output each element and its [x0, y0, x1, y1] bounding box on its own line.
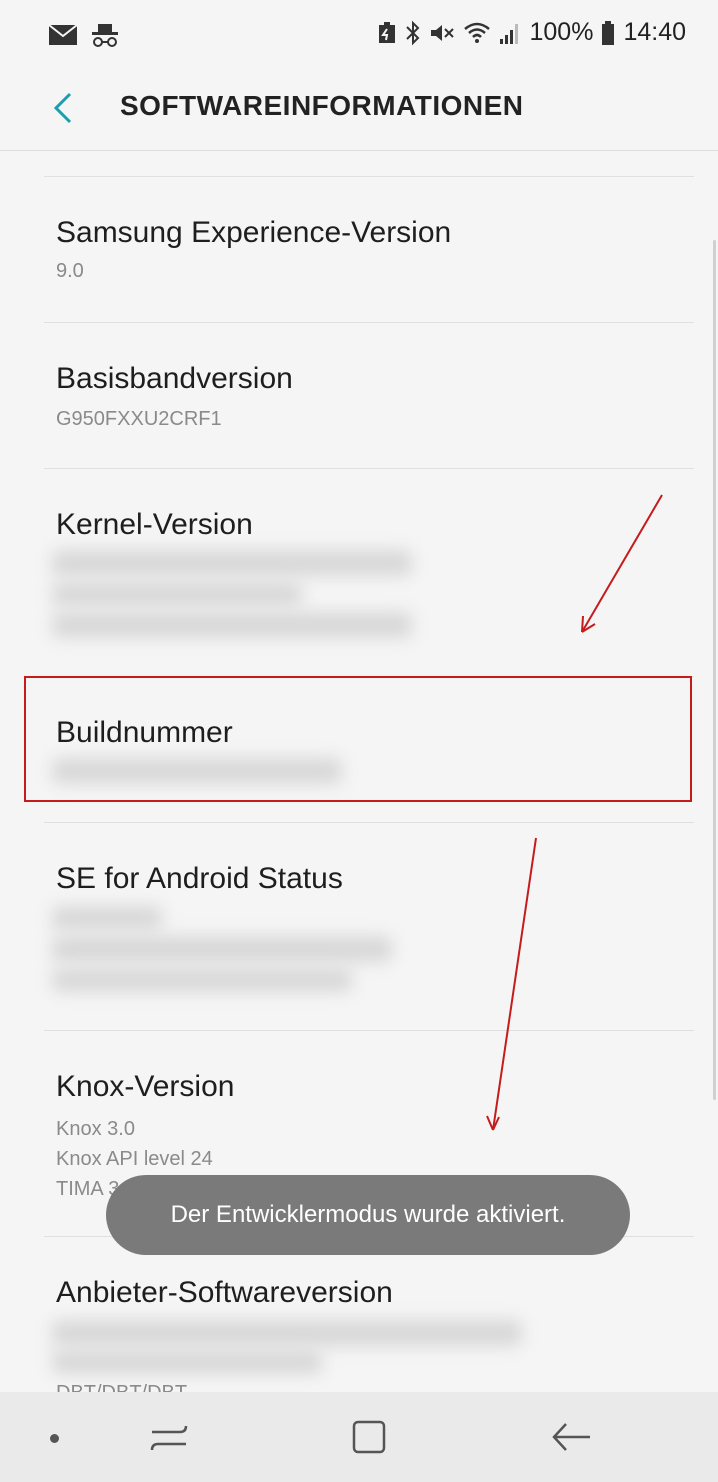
item-value: 9.0 — [56, 260, 84, 282]
app-header: SOFTWAREINFORMATIONEN — [0, 70, 718, 151]
blurred-value — [52, 1350, 322, 1374]
back-icon — [552, 1423, 590, 1451]
back-nav-button[interactable] — [546, 1412, 596, 1462]
item-title: Kernel-Version — [56, 508, 253, 541]
wifi-icon — [464, 22, 491, 43]
item-value: Knox 3.0 — [56, 1118, 135, 1140]
status-left — [48, 22, 120, 48]
home-icon — [352, 1420, 386, 1454]
mute-icon — [431, 24, 455, 41]
nav-dot-icon[interactable] — [50, 1434, 59, 1443]
item-title: Samsung Experience-Version — [56, 216, 452, 249]
item-title: Basisbandversion — [56, 362, 293, 395]
bluetooth-icon — [406, 20, 420, 45]
blurred-value — [52, 582, 302, 606]
blurred-value — [52, 550, 412, 576]
item-value: Knox API level 24 — [56, 1148, 213, 1170]
status-right: 100% 14:40 — [377, 18, 686, 47]
blurred-value — [52, 1320, 522, 1346]
annotation-highlight-box — [24, 676, 692, 802]
blurred-value — [52, 968, 352, 992]
divider — [44, 822, 694, 823]
battery-percent: 100% — [529, 18, 594, 46]
blurred-value — [52, 936, 392, 962]
home-button[interactable] — [344, 1412, 394, 1462]
navigation-bar — [0, 1392, 718, 1482]
signal-icon — [500, 23, 519, 44]
divider — [44, 176, 694, 177]
recents-icon — [150, 1425, 188, 1451]
chevron-left-icon — [53, 92, 72, 124]
blurred-value — [52, 612, 412, 638]
divider — [44, 322, 694, 323]
battery-saver-icon — [379, 21, 396, 43]
page-title: SOFTWAREINFORMATIONEN — [120, 90, 524, 121]
back-button[interactable] — [46, 88, 86, 128]
battery-icon — [602, 20, 615, 45]
divider — [44, 468, 694, 469]
status-bar: 100% 14:40 — [0, 0, 718, 70]
divider — [44, 1030, 694, 1031]
item-title: Knox-Version — [56, 1070, 235, 1103]
item-value: DBT/DBT/DBT — [56, 1378, 187, 1392]
item-value: G950FXXU2CRF1 — [56, 408, 222, 430]
recents-button[interactable] — [144, 1412, 194, 1462]
clock: 14:40 — [623, 18, 686, 46]
item-title: SE for Android Status — [56, 862, 343, 895]
scrollbar[interactable] — [713, 240, 716, 1100]
incognito-icon — [92, 24, 118, 47]
mail-icon — [48, 24, 78, 45]
toast-message: Der Entwicklermodus wurde aktiviert. — [106, 1175, 630, 1255]
item-title: Anbieter-Softwareversion — [56, 1276, 393, 1309]
blurred-value — [52, 906, 162, 930]
